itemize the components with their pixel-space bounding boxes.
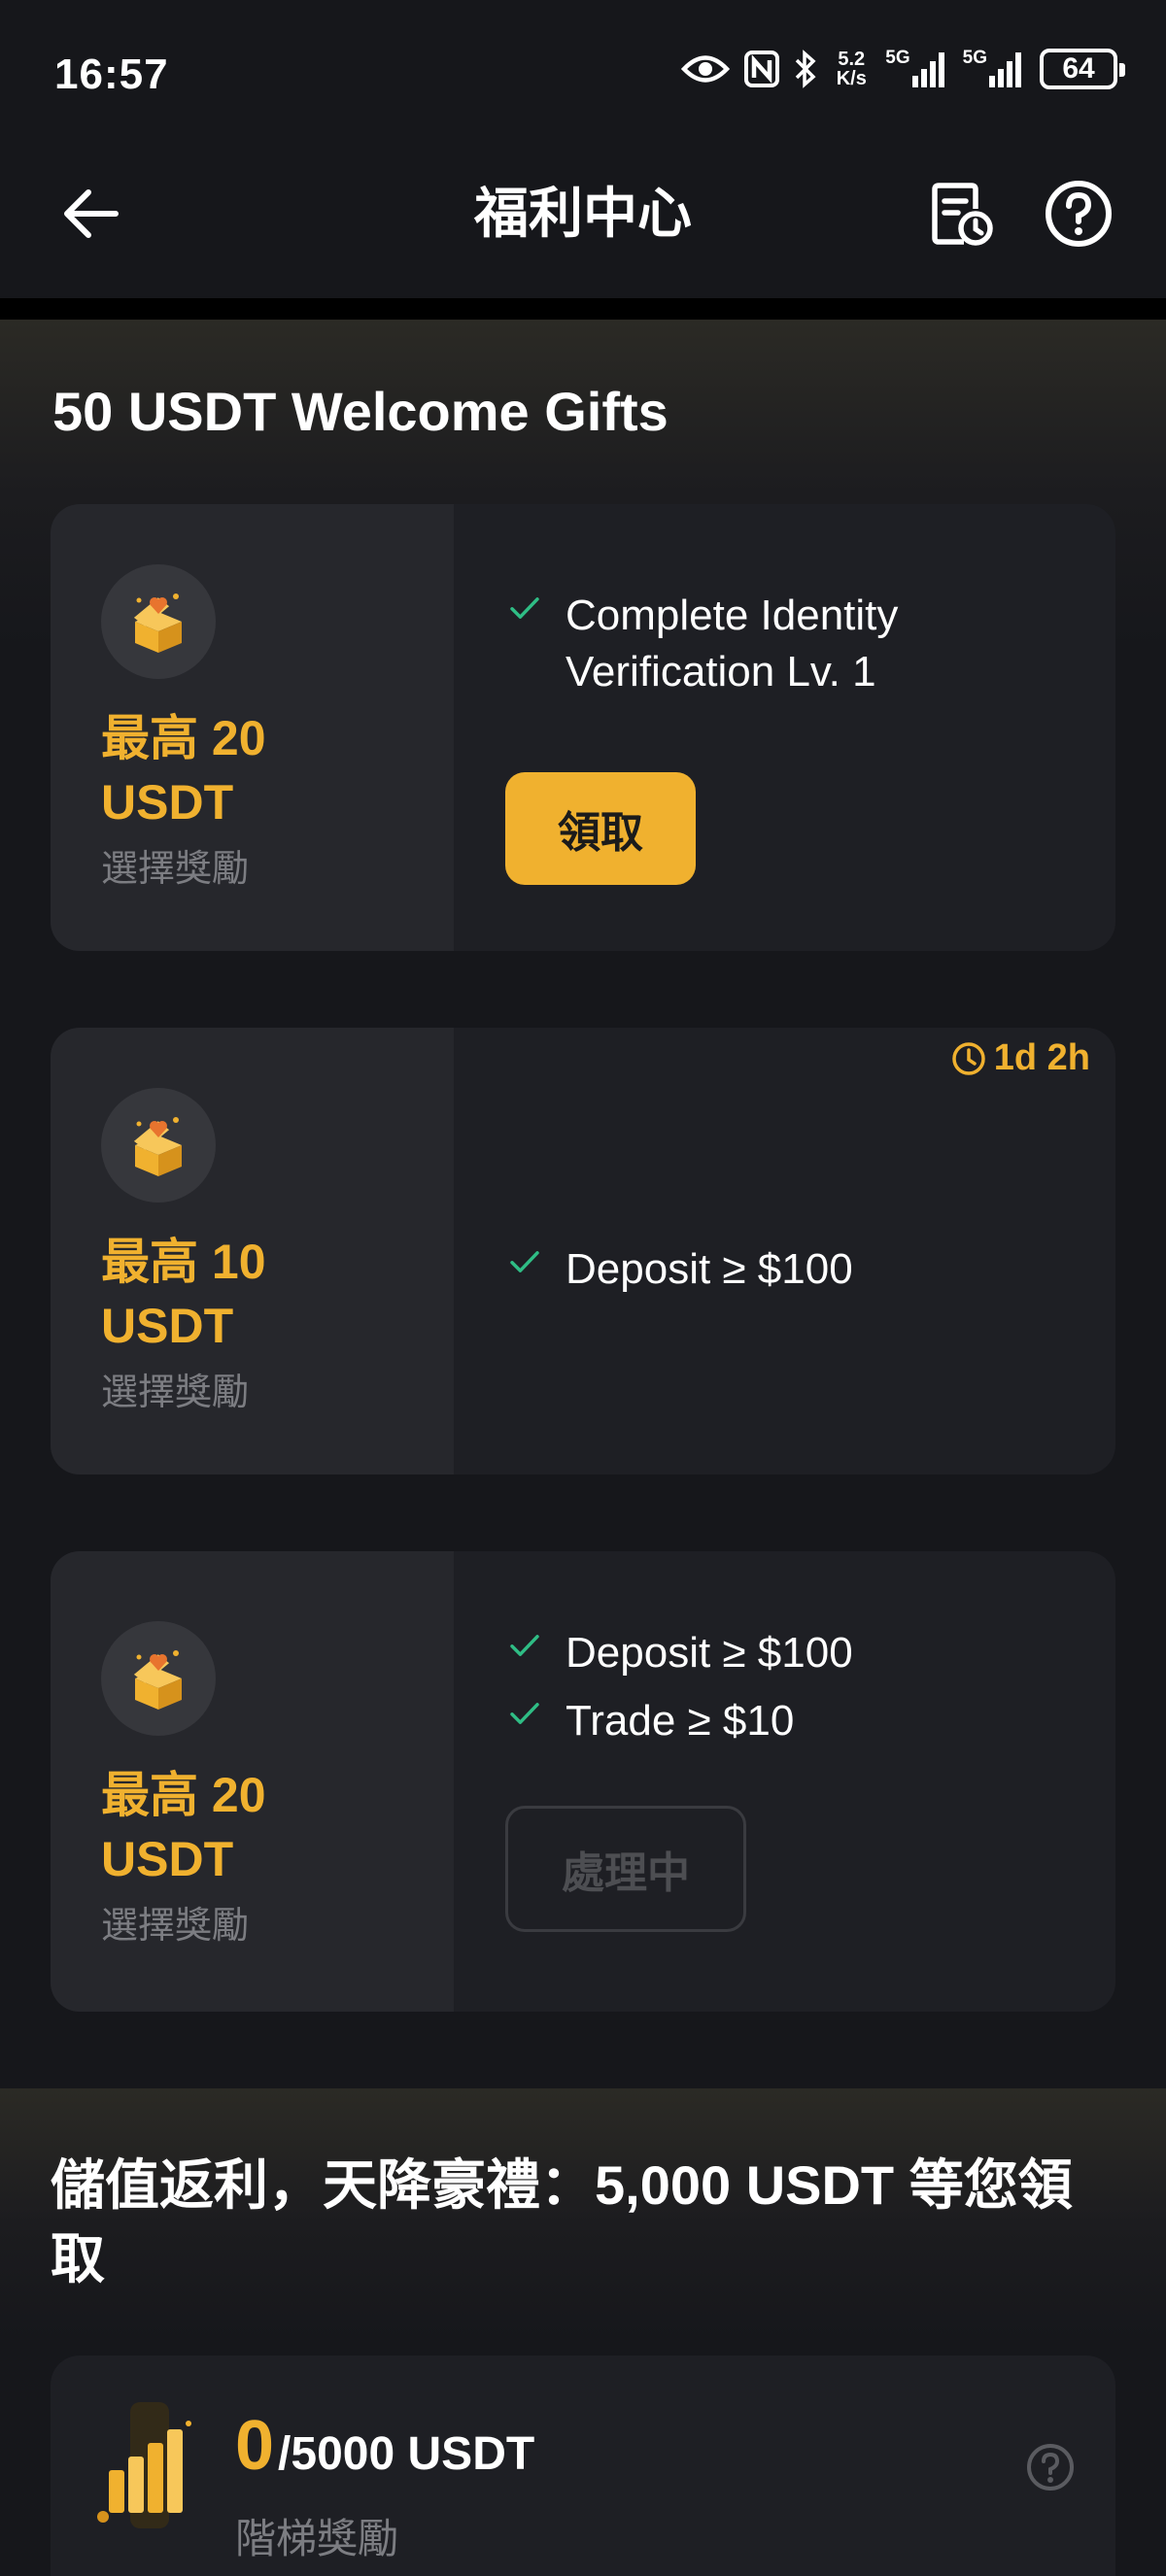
reward-amount-line1: 最高 20	[101, 711, 266, 765]
signal-bars-icon	[911, 52, 944, 87]
tier-total-amount: 5000 USDT	[291, 2428, 535, 2480]
reward-amount-line2: USDT	[101, 1299, 234, 1353]
gift-reward-panel[interactable]: 最高 20 USDT 選擇獎勵	[51, 504, 454, 951]
gift-box-svg	[133, 1650, 182, 1710]
reward-amount-line2: USDT	[101, 1832, 234, 1886]
help-circle-icon	[1046, 181, 1112, 247]
battery-icon: 64	[1040, 49, 1125, 89]
gift-card: 最高 20 USDT 選擇獎勵 Complete Identity Verifi…	[51, 504, 1115, 951]
gift-card: 最高 10 USDT 選擇獎勵 1d 2h Deposit ≥ $100	[51, 1028, 1115, 1474]
header: 福利中心	[0, 146, 1166, 301]
claim-button[interactable]: 領取	[505, 772, 696, 885]
gift-box-icon	[101, 1088, 216, 1203]
gift-box-icon	[101, 1621, 216, 1736]
tier-reward-label: 階梯獎勵	[235, 2516, 399, 2561]
tier-separator: /	[278, 2428, 292, 2480]
network-speed-value: 5.2	[838, 49, 866, 70]
task-item: Complete Identity Verification Lv. 1	[505, 588, 1086, 700]
status-icons: 5.2 K/s 5G 5G 64	[681, 49, 1125, 89]
reward-amount-line2: USDT	[101, 775, 234, 830]
processing-button[interactable]: 處理中	[505, 1806, 746, 1932]
choose-reward-label: 選擇獎勵	[101, 1373, 250, 1413]
check-icon	[510, 1635, 539, 1656]
network-speed-unit: K/s	[836, 68, 867, 89]
help-button[interactable]	[1042, 177, 1115, 251]
gift-box-icon	[101, 564, 216, 679]
tier-reward-card[interactable]: 0 / 5000 USDT 階梯獎勵	[51, 2356, 1115, 2576]
section-title: 50 USDT Welcome Gifts	[52, 381, 669, 442]
signal-5g-1: 5G	[885, 49, 948, 89]
battery-level: 64	[1062, 52, 1095, 85]
history-document-icon	[932, 183, 993, 246]
gift-reward-panel[interactable]: 最高 10 USDT 選擇獎勵	[51, 1028, 454, 1474]
history-button[interactable]	[923, 175, 1001, 253]
check-icon	[510, 1251, 539, 1272]
gift-box-svg	[133, 593, 182, 653]
tier-progress: 0 / 5000 USDT	[235, 2406, 534, 2486]
section-title: 儲值返利，天降豪禮：5,000 USDT 等您領取	[51, 2154, 1073, 2289]
countdown-timer: 1d 2h	[951, 1037, 1090, 1079]
check-icon	[510, 597, 539, 619]
gift-card: 最高 20 USDT 選擇獎勵 Deposit ≥ $100 Trade ≥ $…	[51, 1551, 1115, 2012]
timer-text: 1d 2h	[993, 1037, 1090, 1078]
help-circle-icon	[1027, 2444, 1074, 2491]
tier-bars-icon	[97, 2402, 191, 2528]
task-label: Deposit ≥ $100	[566, 1629, 853, 1677]
choose-reward-label: 選擇獎勵	[101, 1906, 250, 1947]
gift-box-svg	[133, 1117, 182, 1176]
deposit-rebate-section: 儲值返利，天降豪禮：5,000 USDT 等您領取 0 / 5000 USDT …	[0, 2088, 1166, 2576]
signal-label: 5G	[885, 48, 910, 68]
gift-tasks: Complete Identity Verification Lv. 1 領取	[505, 588, 1086, 885]
task-label: Complete Identity Verification Lv. 1	[566, 592, 899, 695]
header-divider	[0, 298, 1166, 320]
tier-help-button[interactable]	[1024, 2441, 1077, 2493]
status-time: 16:57	[54, 51, 169, 98]
clock-icon	[952, 1041, 985, 1075]
network-speed: 5.2 K/s	[831, 50, 872, 88]
task-label: Deposit ≥ $100	[566, 1245, 853, 1293]
bluetooth-icon	[796, 50, 816, 88]
gift-tasks: Deposit ≥ $100	[505, 1241, 1086, 1298]
check-icon	[510, 1703, 539, 1724]
task-label: Trade ≥ $10	[566, 1697, 795, 1745]
task-item: Deposit ≥ $100	[505, 1241, 1086, 1298]
signal-bars-icon	[989, 52, 1021, 87]
task-item: Trade ≥ $10	[505, 1693, 1086, 1749]
status-bar: 16:57 5.2 K/s 5G 5G 64	[0, 0, 1166, 146]
reward-amount-line1: 最高 20	[101, 1768, 266, 1822]
task-item: Deposit ≥ $100	[505, 1625, 1086, 1681]
reward-amount: 最高 20 USDT	[101, 706, 266, 834]
signal-label: 5G	[962, 48, 987, 68]
gift-reward-panel[interactable]: 最高 20 USDT 選擇獎勵	[51, 1551, 454, 2012]
signal-5g-2: 5G	[963, 49, 1026, 89]
eye-icon	[681, 55, 731, 83]
tier-current-amount: 0	[235, 2407, 275, 2485]
reward-amount: 最高 20 USDT	[101, 1763, 266, 1891]
reward-amount-line1: 最高 10	[101, 1235, 266, 1289]
reward-amount: 最高 10 USDT	[101, 1230, 266, 1358]
choose-reward-label: 選擇獎勵	[101, 849, 250, 890]
nfc-icon	[744, 51, 780, 87]
welcome-gifts-section: 50 USDT Welcome Gifts 最高 20 USDT 選擇獎勵 Co…	[0, 320, 1166, 2087]
gift-tasks: Deposit ≥ $100 Trade ≥ $10 處理中	[505, 1625, 1086, 1932]
